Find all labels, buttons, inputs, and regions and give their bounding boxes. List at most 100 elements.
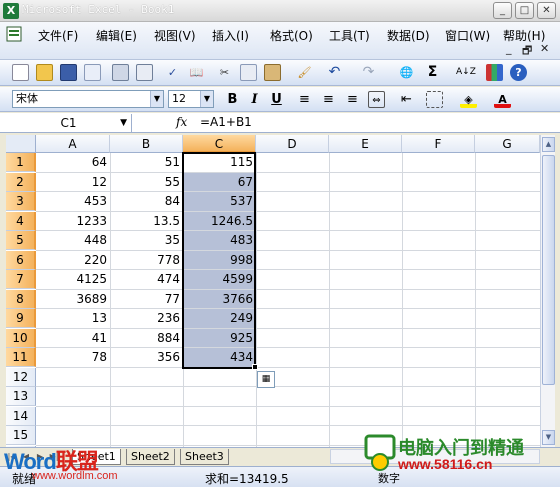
menu-window[interactable]: 窗口(W)	[445, 27, 490, 44]
cell-b7[interactable]: 474	[110, 270, 183, 289]
align-right-icon[interactable]: ≡	[344, 91, 361, 108]
menu-file[interactable]: 文件(F)	[38, 27, 78, 44]
scroll-thumb[interactable]	[542, 155, 555, 385]
doc-minimize-button[interactable]: _	[506, 42, 512, 55]
row-header-3[interactable]: 3	[6, 192, 36, 211]
decrease-indent-icon[interactable]: ⇤	[398, 91, 415, 108]
cell-a4[interactable]: 1233	[36, 212, 110, 231]
paste-icon[interactable]	[264, 64, 281, 81]
fx-icon[interactable]: fx	[176, 115, 187, 129]
cell-a7[interactable]: 4125	[36, 270, 110, 289]
scroll-up-icon[interactable]: ▲	[542, 137, 555, 152]
menu-tools[interactable]: 工具(T)	[329, 27, 370, 44]
cell-b8[interactable]: 77	[110, 290, 183, 309]
menu-data[interactable]: 数据(D)	[387, 27, 430, 44]
font-color-icon[interactable]: A	[494, 91, 511, 108]
menu-edit[interactable]: 编辑(E)	[96, 27, 137, 44]
cell-b10[interactable]: 884	[110, 329, 183, 348]
merge-center-icon[interactable]: ⇔	[368, 91, 385, 108]
print-preview-icon[interactable]	[136, 64, 153, 81]
underline-button[interactable]: U	[268, 91, 285, 108]
cell-a1[interactable]: 64	[36, 153, 110, 172]
vertical-scrollbar[interactable]: ▲ ▼	[540, 135, 555, 447]
menu-format[interactable]: 格式(O)	[270, 27, 313, 44]
column-header-g[interactable]: G	[475, 135, 540, 153]
permission-icon[interactable]	[84, 64, 101, 81]
cell-a3[interactable]: 453	[36, 192, 110, 211]
help-icon[interactable]: ?	[510, 64, 527, 81]
row-header-5[interactable]: 5	[6, 231, 36, 250]
cell-b11[interactable]: 356	[110, 348, 183, 367]
research-icon[interactable]: 📖	[188, 64, 205, 81]
print-icon[interactable]	[112, 64, 129, 81]
row-header-6[interactable]: 6	[6, 250, 36, 270]
column-header-f[interactable]: F	[402, 135, 475, 153]
cell-b1[interactable]: 51	[110, 153, 183, 172]
row-header-13[interactable]: 13	[6, 387, 36, 406]
row-header-8[interactable]: 8	[6, 289, 36, 309]
column-header-d[interactable]: D	[256, 135, 329, 153]
fill-color-icon[interactable]: ◈	[460, 91, 477, 108]
column-header-e[interactable]: E	[329, 135, 402, 153]
cell-a10[interactable]: 41	[36, 329, 110, 348]
autosum-icon[interactable]: Σ	[424, 64, 441, 81]
row-header-9[interactable]: 9	[6, 309, 36, 328]
spelling-icon[interactable]: ✓	[164, 64, 181, 81]
chart-wizard-icon[interactable]	[486, 64, 503, 81]
cell-b6[interactable]: 778	[110, 251, 183, 270]
align-left-icon[interactable]: ≡	[296, 91, 313, 108]
excel-doc-icon[interactable]	[6, 26, 24, 42]
sort-ascending-icon[interactable]: A↓Z	[456, 64, 476, 81]
copy-icon[interactable]	[240, 64, 257, 81]
cell-a8[interactable]: 3689	[36, 290, 110, 309]
row-header-10[interactable]: 10	[6, 328, 36, 348]
row-header-4[interactable]: 4	[6, 211, 36, 231]
cell-b4[interactable]: 13.5	[110, 212, 183, 231]
hyperlink-icon[interactable]: 🌐	[398, 64, 415, 81]
cut-icon[interactable]: ✂	[216, 64, 233, 81]
maximize-button[interactable]: □	[515, 2, 534, 19]
cell-a6[interactable]: 220	[36, 251, 110, 270]
cell-a5[interactable]: 448	[36, 231, 110, 250]
undo-icon[interactable]: ↶	[326, 64, 343, 81]
font-name-select[interactable]: 宋体 ▼	[12, 90, 164, 108]
align-center-icon[interactable]: ≡	[320, 91, 337, 108]
row-header-1[interactable]: 1	[6, 153, 36, 172]
redo-icon[interactable]: ↷	[360, 64, 377, 81]
excel-app-icon[interactable]: X	[3, 3, 19, 19]
autofill-options-icon[interactable]: ▦	[257, 370, 275, 388]
select-all-corner[interactable]	[6, 135, 36, 153]
menu-insert[interactable]: 插入(I)	[212, 27, 249, 44]
cell-b9[interactable]: 236	[110, 309, 183, 328]
row-header-11[interactable]: 11	[6, 348, 36, 367]
fill-handle[interactable]	[252, 363, 258, 370]
bold-button[interactable]: B	[224, 91, 241, 108]
font-size-select[interactable]: 12 ▼	[168, 90, 214, 108]
cell-a2[interactable]: 12	[36, 173, 110, 192]
row-header-7[interactable]: 7	[6, 270, 36, 289]
close-button[interactable]: ✕	[537, 2, 556, 19]
doc-restore-button[interactable]: 🗗	[522, 42, 532, 61]
name-box[interactable]: C1 ▼	[6, 114, 132, 132]
cell-b3[interactable]: 84	[110, 192, 183, 211]
cell-b2[interactable]: 55	[110, 173, 183, 192]
tab-sheet3[interactable]: Sheet3	[180, 449, 229, 465]
borders-icon[interactable]	[426, 91, 443, 108]
format-painter-icon[interactable]: 🖌	[296, 64, 313, 81]
cell-a11[interactable]: 78	[36, 348, 110, 367]
column-header-c[interactable]: C	[183, 135, 256, 153]
spreadsheet-grid[interactable]: ABCDEFG123456789101112131415166451115125…	[6, 135, 540, 447]
column-header-b[interactable]: B	[110, 135, 183, 153]
cell-b5[interactable]: 35	[110, 231, 183, 250]
row-header-15[interactable]: 15	[6, 426, 36, 445]
row-header-14[interactable]: 14	[6, 406, 36, 426]
new-icon[interactable]	[12, 64, 29, 81]
italic-button[interactable]: I	[246, 91, 263, 108]
row-header-12[interactable]: 12	[6, 367, 36, 387]
row-header-2[interactable]: 2	[6, 172, 36, 192]
doc-close-button[interactable]: ✕	[540, 42, 549, 55]
menu-view[interactable]: 视图(V)	[154, 27, 196, 44]
cell-a9[interactable]: 13	[36, 309, 110, 328]
open-icon[interactable]	[36, 64, 53, 81]
save-icon[interactable]	[60, 64, 77, 81]
